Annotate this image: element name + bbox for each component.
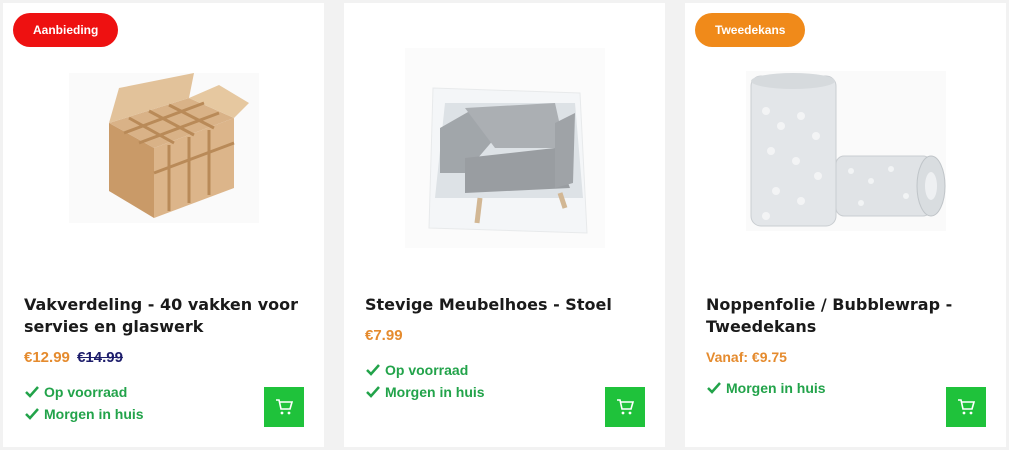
product-title[interactable]: Stevige Meubelhoes - Stoel [365, 294, 649, 316]
product-title[interactable]: Noppenfolie / Bubblewrap - Tweedekans [706, 294, 990, 338]
delivery-line: Morgen in huis [365, 381, 485, 403]
delivery-label: Morgen in huis [385, 384, 485, 400]
stock-info: Op voorraad Morgen in huis [365, 359, 485, 403]
product-image[interactable] [404, 48, 605, 248]
delivery-label: Morgen in huis [44, 406, 144, 422]
chair-cover-icon [427, 87, 588, 234]
stock-line: Op voorraad [24, 381, 144, 403]
product-card[interactable]: Stevige Meubelhoes - Stoel €7.99 Op voor… [344, 3, 665, 447]
price: €7.99 [365, 327, 403, 344]
price-row: €7.99 [365, 327, 403, 344]
old-price: €14.99 [77, 349, 123, 366]
price-row: €12.99 €14.99 [24, 349, 123, 366]
product-card[interactable]: Tweedekans Noppenfolie / Bubblewrap - Tw… [685, 3, 1006, 447]
check-icon [707, 382, 721, 394]
delivery-label: Morgen in huis [726, 380, 826, 396]
cart-icon [276, 399, 294, 415]
add-to-cart-button[interactable] [605, 387, 645, 427]
cart-icon [617, 399, 635, 415]
price-row: Vanaf: €9.75 [706, 349, 787, 365]
product-image[interactable] [745, 71, 946, 231]
product-title[interactable]: Vakverdeling - 40 vakken voor servies en… [24, 294, 308, 338]
price: Vanaf: €9.75 [706, 349, 787, 365]
stock-info: Op voorraad Morgen in huis [24, 381, 144, 425]
cardboard-box-icon [108, 73, 249, 218]
product-image[interactable] [68, 73, 259, 223]
stock-info: Morgen in huis [706, 377, 826, 399]
check-icon [25, 386, 39, 398]
stock-label: Op voorraad [44, 384, 128, 400]
price: €12.99 [24, 349, 70, 366]
stock-line: Op voorraad [365, 359, 485, 381]
bubblewrap-icon [750, 73, 945, 227]
add-to-cart-button[interactable] [946, 387, 986, 427]
second-chance-badge: Tweedekans [695, 13, 806, 47]
check-icon [366, 386, 380, 398]
sale-badge: Aanbieding [13, 13, 119, 47]
delivery-line: Morgen in huis [24, 403, 144, 425]
add-to-cart-button[interactable] [264, 387, 304, 427]
check-icon [366, 364, 380, 376]
check-icon [25, 408, 39, 420]
cart-icon [958, 399, 976, 415]
stock-label: Op voorraad [385, 362, 469, 378]
delivery-line: Morgen in huis [706, 377, 826, 399]
product-card[interactable]: Aanbieding Vakverdeling - 40 vakken voor… [3, 3, 324, 447]
